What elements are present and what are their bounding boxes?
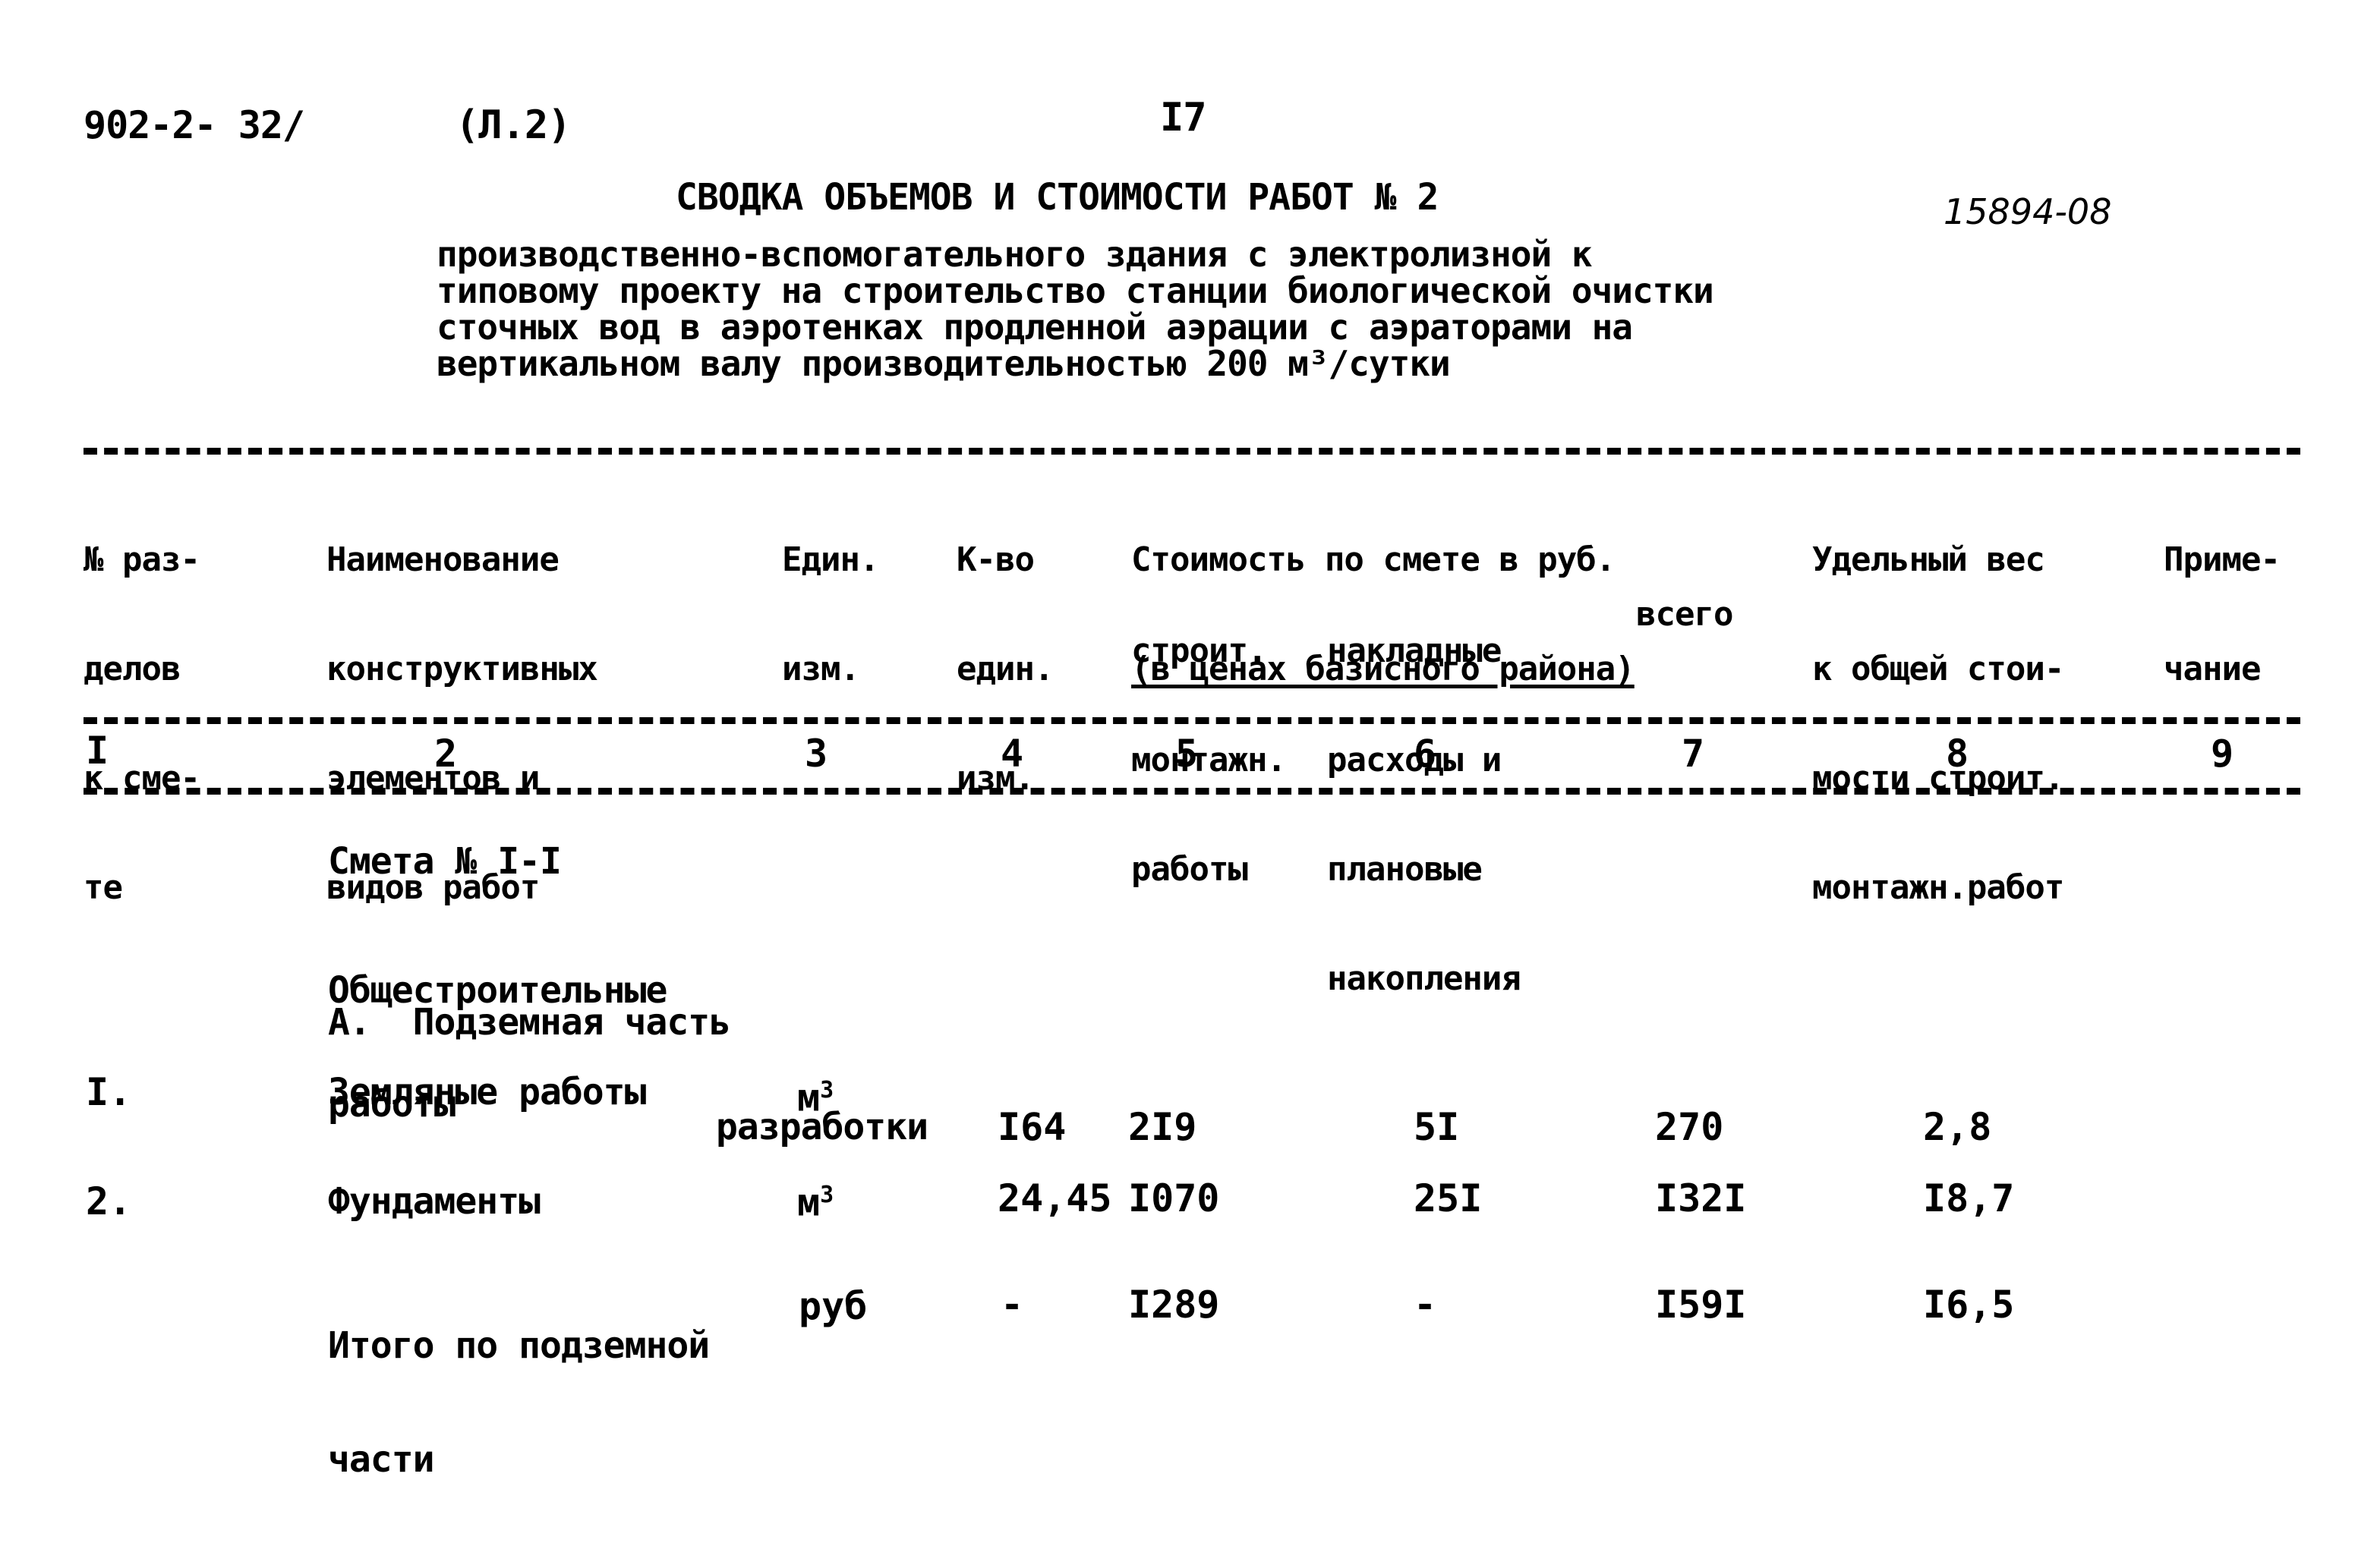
estimate-heading: Смета № I-I [328,840,562,883]
col1-header: № раз- делов к сме- те [84,469,200,979]
column-number: 4 [1001,732,1024,776]
col7-header: всего [1636,595,1733,634]
row-number: 2. [86,1179,132,1223]
total-overhead-cost: - [1414,1283,1437,1327]
row-quantity: 24,45 [998,1176,1112,1220]
header-line: Наименование [326,540,560,579]
header-line: строит. [1131,631,1267,670]
total-share: I6,5 [1923,1283,2015,1327]
total-unit: руб [799,1284,868,1328]
row-overhead-cost: 5I [1414,1105,1460,1149]
unit-main: м [797,1180,821,1225]
column-number: I [86,729,109,773]
document-code: 902-2- 32/ [84,103,305,147]
header-line: те [84,868,123,907]
row-quantity: I64 [998,1105,1067,1149]
header-line: накопления [1327,959,1521,998]
total-label-line: Итого по подземной [328,1324,710,1367]
page-number: I7 [1160,95,1207,140]
header-line: Приме- [2164,540,2281,579]
column-number: 7 [1682,732,1705,776]
header-line: № раз- [84,540,200,579]
col5-header: строит. монтажн. работы [1131,560,1287,961]
header-line: изм. [782,650,860,688]
header-line: чание [2164,650,2261,688]
sheet-label: (Л.2) [456,102,572,148]
header-line: Удельный вес [1812,540,2045,579]
column-number: 2 [434,732,458,776]
numbers-bottom-rule [84,788,2300,795]
row-name: Фундаменты [328,1180,541,1223]
row-overhead-cost: 25I [1414,1176,1483,1220]
row-construction-cost: I070 [1128,1176,1220,1220]
header-line: един. [957,650,1054,688]
total-quantity: - [1001,1283,1024,1327]
column-number: 6 [1414,732,1437,776]
header-bottom-rule [84,717,2300,724]
table-top-rule [84,448,2300,455]
header-line: делов [84,650,181,688]
subtitle-line: типовому проекту на строительство станци… [437,270,1714,311]
header-line: работы [1131,850,1248,889]
unit-exponent: 3 [820,1077,834,1104]
header-line: накладные [1327,631,1502,670]
header-line: монтажн. [1131,741,1287,779]
header-line: монтажн.работ [1812,868,2064,907]
unit-exponent: 3 [820,1182,834,1208]
header-line: к общей стои- [1812,650,2064,688]
row-total-cost: I32I [1655,1176,1747,1220]
col6-header: накладные расходы и плановые накопления [1327,560,1521,1070]
header-line: Един. [782,540,879,579]
header-line: плановые [1327,850,1483,889]
total-label-line: части [328,1438,435,1481]
total-label: Итого по подземной части [328,1251,710,1554]
column-number: 3 [805,732,828,776]
column-number: 5 [1175,732,1199,776]
handwritten-number: 15894-08 [1944,191,2112,232]
row-share: I8,7 [1923,1176,2015,1220]
row-unit: м3 [797,1175,834,1223]
part-heading: А. Подземная часть [328,1001,731,1044]
total-cost: I59I [1655,1283,1747,1327]
subtitle-line: сточных вод в аэротенках продленной аэра… [437,307,1633,348]
document-title: СВОДКА ОБЪЕМОВ И СТОИМОСТИ РАБОТ № 2 [676,176,1439,219]
column-number: 8 [1946,732,1969,776]
col4-header: К-во един. изм. [957,469,1054,870]
row-name: Земляные работы [328,1071,646,1113]
row-share: 2,8 [1923,1105,1992,1149]
subtitle-line: вертикальном валу производительностью 20… [437,343,1451,384]
row-total-cost: 270 [1655,1105,1724,1149]
header-line: конструктивных [326,650,598,688]
total-construction-cost: I289 [1128,1283,1220,1327]
row-unit-extra: разработки [716,1106,928,1148]
col8-header: Удельный вес к общей стои- мости строит.… [1812,469,2064,979]
row-number: I. [86,1070,132,1114]
row-construction-cost: 2I9 [1128,1105,1197,1149]
header-line: К-во [957,540,1035,579]
column-number: 9 [2211,732,2234,776]
subtitle-line: производственно-вспомогательного здания … [437,234,1593,275]
